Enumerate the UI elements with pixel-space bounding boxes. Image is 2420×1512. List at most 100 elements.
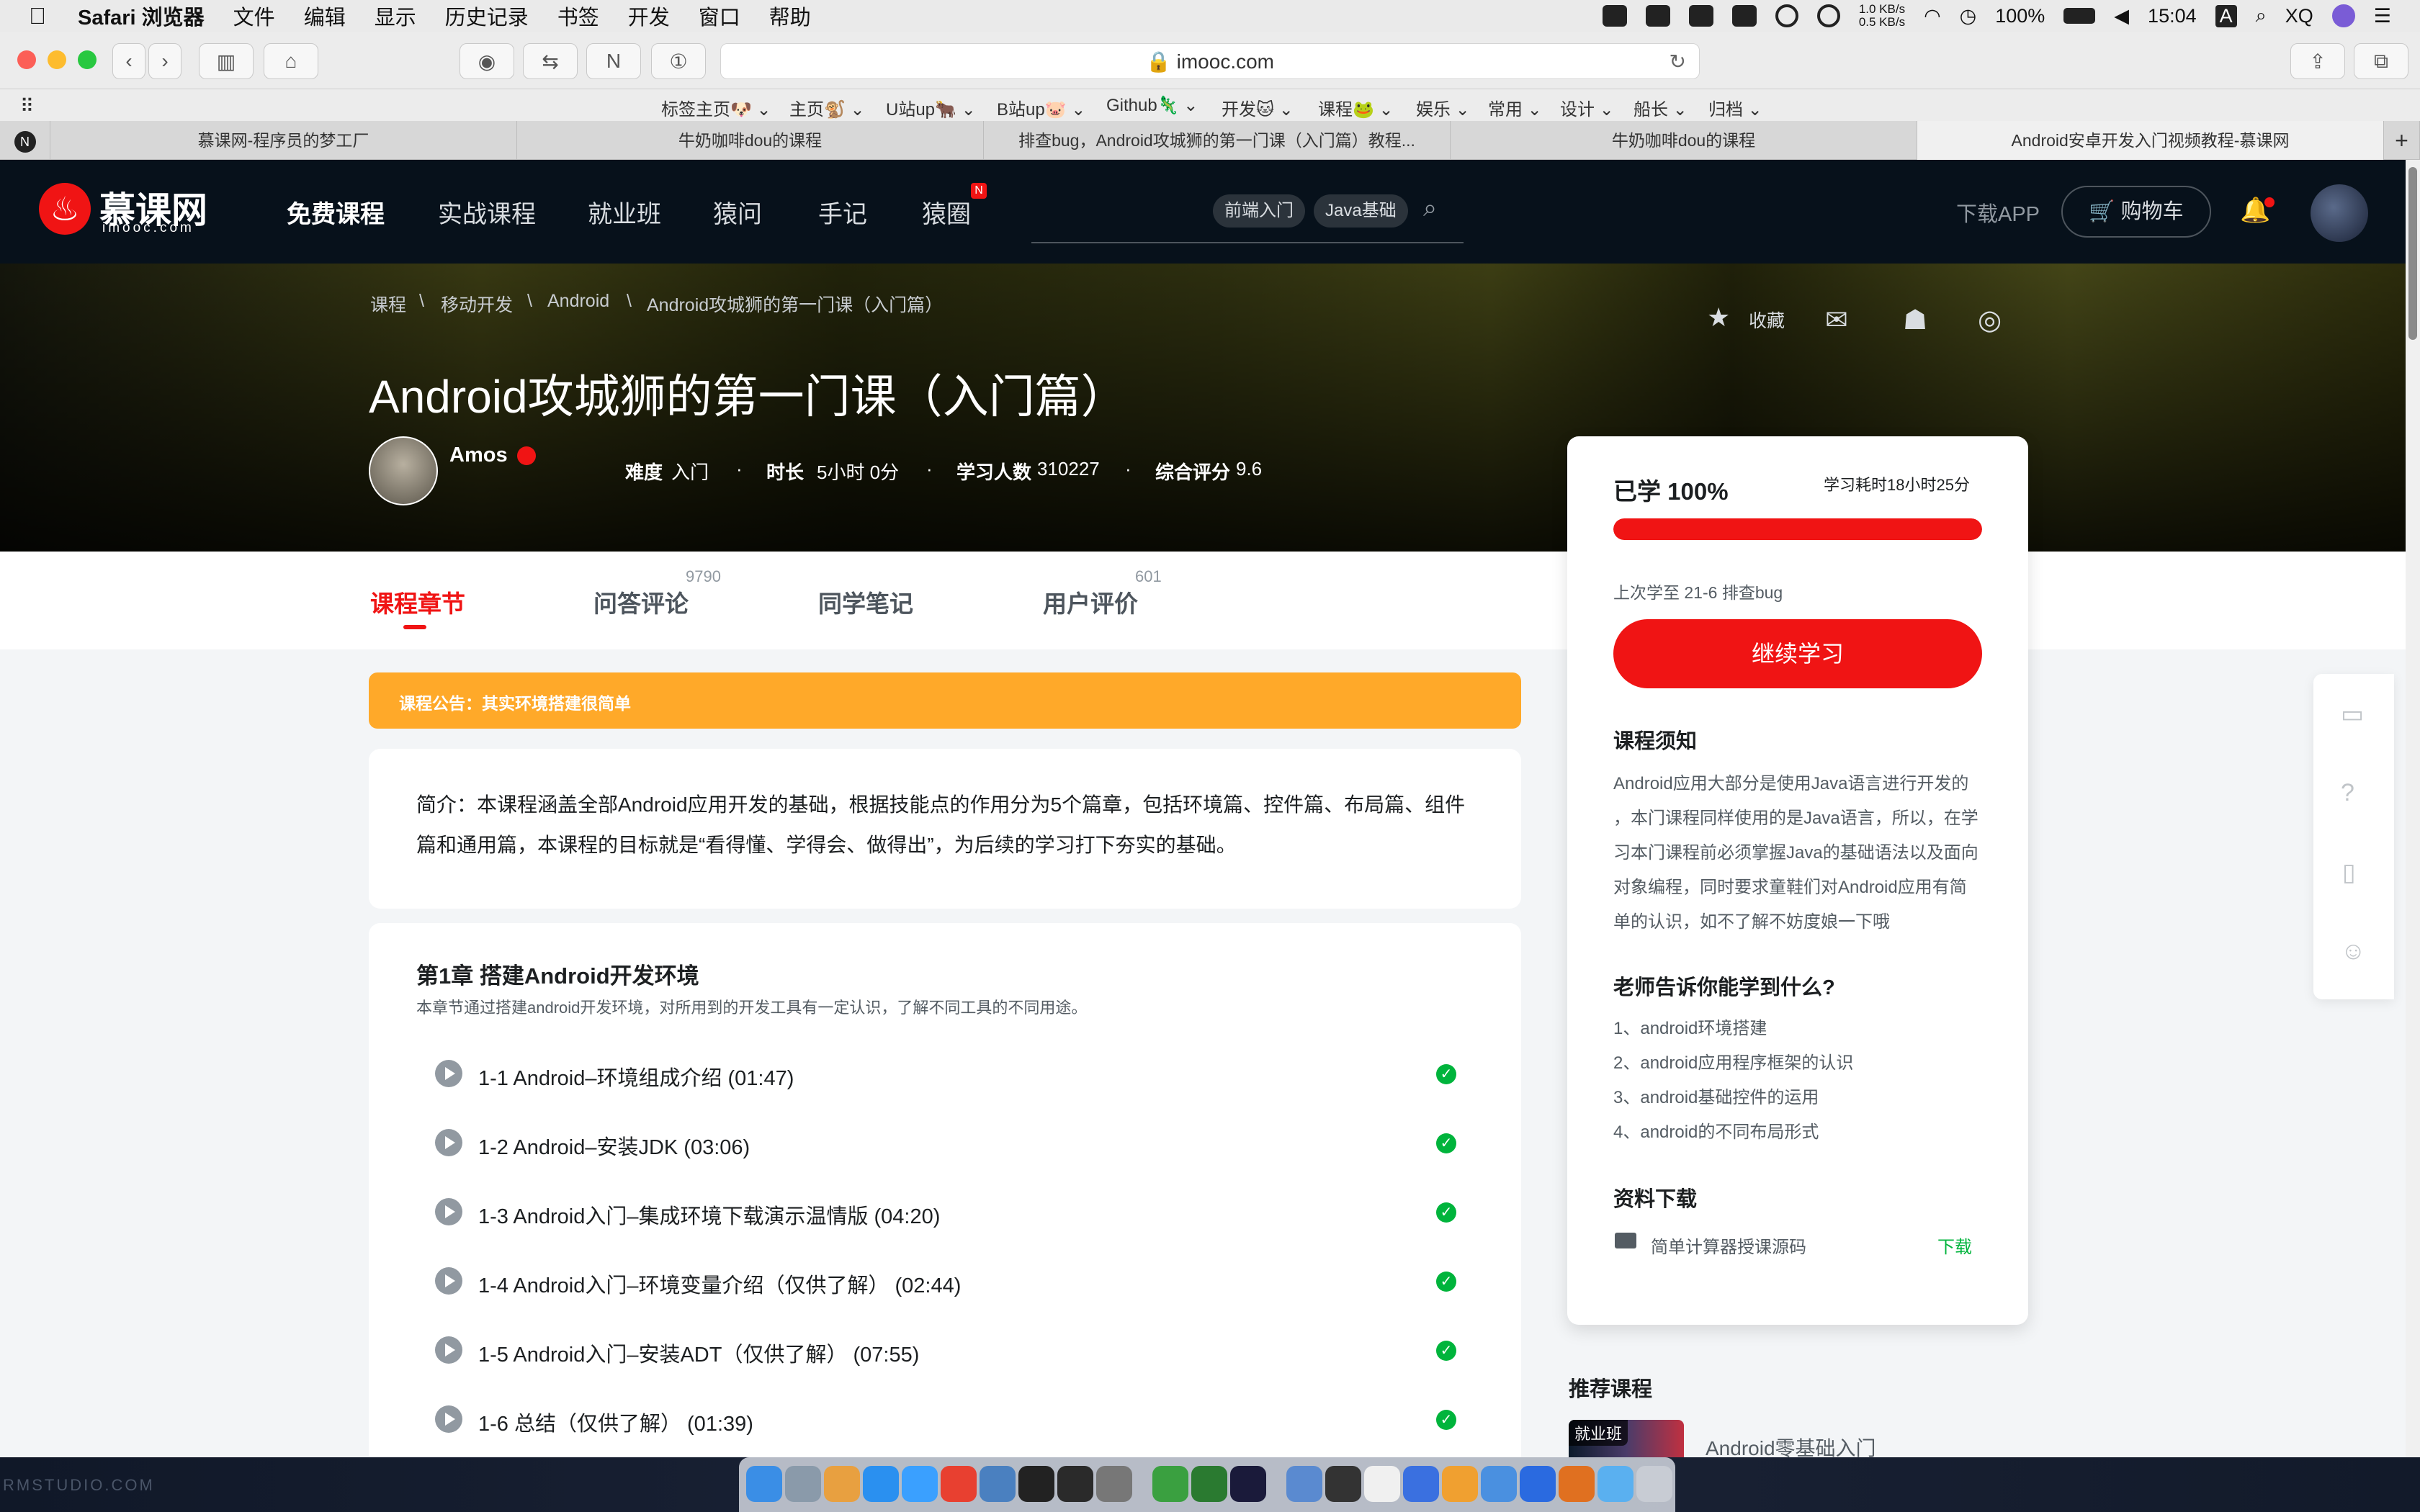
clock[interactable]: 15:04 [2148,5,2197,27]
menu-help[interactable]: 帮助 [769,1,811,31]
nav-career-class[interactable]: 就业班 [588,194,661,230]
bookmark-folder[interactable]: 常用 ⌄ [1488,95,1542,120]
bookmark-folder[interactable]: U站up🐂 ⌄ [886,95,976,120]
address-bar[interactable]: 🔒 imooc.com ↻ [720,43,1700,79]
finder-icon[interactable] [746,1466,782,1502]
lesson-item[interactable]: 1-2 Android–安装JDK (03:06) [478,1130,750,1161]
menu-app-name[interactable]: Safari 浏览器 [78,1,205,31]
sync-icon[interactable] [1816,4,1840,27]
nav-free-courses[interactable]: 免费课程 [287,194,385,230]
pinned-tab[interactable]: N [0,121,50,160]
lesson-item[interactable]: 1-6 总结（仅供了解） (01:39) [478,1407,753,1437]
teacher-name[interactable]: Amos [449,444,508,467]
document-icon[interactable] [1364,1466,1400,1502]
status-app-icon[interactable] [1731,5,1757,27]
extension-icon[interactable]: ◉ [460,43,514,79]
search-tag[interactable]: Java基础 [1314,194,1408,228]
reload-icon[interactable]: ↻ [1670,44,1686,80]
user-name[interactable]: XQ [2285,5,2313,27]
menu-edit[interactable]: 编辑 [304,1,346,31]
bookmark-folder[interactable]: 设计 ⌄ [1560,95,1614,120]
nav-practical-courses[interactable]: 实战课程 [438,194,536,230]
terminal-icon[interactable] [1057,1466,1093,1502]
nav-qa[interactable]: 猿问 [713,194,762,230]
bookmark-folder[interactable]: 归档 ⌄ [1708,95,1762,120]
status-app-icon[interactable] [1645,5,1670,27]
browser-tab[interactable]: 牛奶咖啡dou的课程 [517,121,984,160]
bookmark-folder[interactable]: 课程🐸 ⌄ [1318,95,1394,120]
zoom-window-button[interactable] [78,50,97,69]
browser-tab[interactable]: 排查bug，Android攻城狮的第一门课（入门篇）教程... [984,121,1451,160]
help-icon[interactable]: ? [2341,779,2354,807]
qq-icon[interactable]: ☗ [1903,304,1927,336]
menu-bookmarks[interactable]: 书签 [557,1,599,31]
bookmark-folder[interactable]: B站up🐷 ⌄ [997,95,1085,120]
breadcrumb-item[interactable]: 课程 [370,291,406,317]
download-app-link[interactable]: 下载APP [1956,197,2040,228]
bookmark-folder[interactable]: 主页🐒 ⌄ [789,95,865,120]
chrome-icon[interactable] [941,1466,977,1502]
star-icon[interactable]: ★ [1707,302,1730,333]
lesson-item[interactable]: 1-4 Android入门–环境变量介绍（仅供了解） (02:44) [478,1269,961,1299]
system-preferences-icon[interactable] [1096,1466,1132,1502]
browser-tab-active[interactable]: Android安卓开发入门视频教程-慕课网 [1917,121,2384,160]
play-icon[interactable] [435,1267,462,1295]
menu-history[interactable]: 历史记录 [445,1,529,31]
time-machine-icon[interactable]: ◷ [1960,5,1977,27]
bookmark-folder[interactable]: Github🦎 ⌄ [1106,95,1198,116]
feedback-icon[interactable]: ▭ [2341,700,2364,729]
recommend-thumbnail[interactable]: 就业班 [1569,1420,1684,1463]
notification-center-icon[interactable]: ☰ [2374,5,2391,27]
play-icon[interactable] [435,1198,462,1225]
launchpad-icon[interactable] [785,1466,821,1502]
bookmark-folder[interactable]: 开发🐱 ⌄ [1222,95,1294,120]
browser-tab[interactable]: 牛奶咖啡dou的课程 [1451,121,1917,160]
bookmark-folder[interactable]: 标签主页🐶 ⌄ [661,95,771,120]
app-store-icon[interactable] [863,1466,899,1502]
apple-icon[interactable]:  [29,3,46,30]
breadcrumb-item[interactable]: Android [547,291,609,312]
nav-notes[interactable]: 手记 [818,194,867,230]
menu-view[interactable]: 显示 [375,1,416,31]
wechat-icon[interactable]: ✉ [1825,304,1848,336]
scrollbar[interactable] [2406,160,2420,1457]
dictionary-icon[interactable] [1325,1466,1361,1502]
logo-flame-icon[interactable]: ♨ [39,183,91,235]
menu-window[interactable]: 窗口 [699,1,740,31]
teacher-avatar[interactable] [369,436,438,505]
app-icon[interactable] [1286,1466,1322,1502]
tab-chapters[interactable]: 课程章节 [370,585,465,619]
tab-reviews[interactable]: 用户评价 [1043,585,1138,619]
volume-icon[interactable]: ◀ [2114,5,2129,27]
browser-tab[interactable]: 慕课网-程序员的梦工厂 [50,121,517,160]
app-icon[interactable] [980,1466,1016,1502]
menu-develop[interactable]: 开发 [628,1,670,31]
play-icon[interactable] [435,1129,462,1156]
continue-learning-button[interactable]: 继续学习 [1613,619,1982,688]
menu-file[interactable]: 文件 [233,1,275,31]
battery-percent[interactable]: 100% [1995,5,2045,27]
android-studio-icon[interactable] [1152,1466,1188,1502]
home-icon[interactable]: ⌂ [264,43,318,79]
breadcrumb-item[interactable]: 移动开发 [441,291,513,317]
intellij-icon[interactable] [1230,1466,1266,1502]
input-source[interactable]: A [2215,4,2237,27]
app-icon[interactable] [1442,1466,1478,1502]
wifi-icon[interactable]: ◠ [1924,5,1941,27]
trash-icon[interactable] [1636,1466,1672,1502]
download-link[interactable]: 下载 [1937,1233,1972,1258]
app-icon[interactable] [1191,1466,1227,1502]
sidebar-toggle-icon[interactable]: ▥ [199,43,254,79]
extension-icon[interactable]: N [586,43,641,79]
collect-label[interactable]: 收藏 [1749,307,1785,333]
search-tag[interactable]: 前端入门 [1213,194,1305,228]
close-window-button[interactable] [17,50,36,69]
extension-icon[interactable]: ⇆ [523,43,578,79]
safari-icon[interactable] [902,1466,938,1502]
forward-button[interactable]: › [148,43,182,79]
play-icon[interactable] [435,1336,462,1364]
scrollbar-thumb[interactable] [2408,167,2417,340]
tab-notes[interactable]: 同学笔记 [818,585,913,619]
share-icon[interactable]: ⇪ [2290,43,2345,79]
search-icon[interactable]: ⌕ [1423,194,1437,222]
